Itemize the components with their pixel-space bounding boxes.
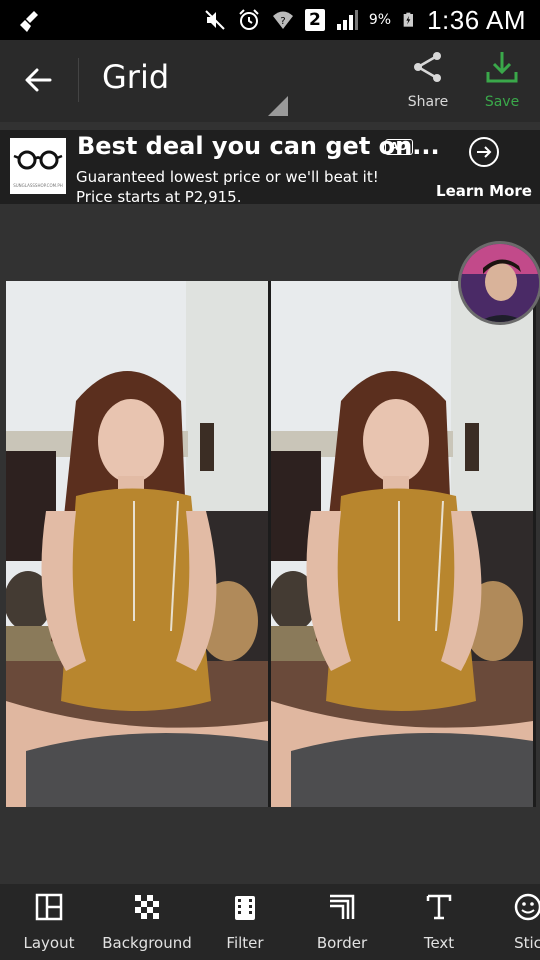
chat-head-avatar[interactable] — [458, 241, 540, 325]
glasses-logo-icon — [13, 150, 63, 170]
tool-text[interactable]: Text — [414, 892, 464, 952]
selfie-photo — [6, 281, 268, 807]
download-icon — [486, 52, 518, 83]
svg-text:?: ? — [280, 16, 285, 27]
battery-charging-icon — [403, 12, 414, 27]
layout-icon — [35, 893, 63, 921]
photo-cell-right[interactable] — [271, 281, 533, 807]
share-button[interactable]: Share — [398, 50, 458, 116]
photo-cell-left[interactable] — [6, 281, 268, 807]
tool-layout[interactable]: Layout — [20, 892, 78, 952]
action-bar-divider — [78, 58, 79, 102]
tool-border[interactable]: Border — [310, 892, 374, 952]
sticker-icon — [514, 893, 540, 921]
share-label: Share — [407, 94, 449, 110]
battery-percent: 9% — [368, 12, 392, 28]
ad-cta-label: Learn More — [436, 182, 532, 200]
page-title: Grid — [102, 58, 170, 96]
mute-icon — [205, 10, 225, 30]
tool-label: Text — [423, 934, 455, 952]
sim-slot-badge: 2 — [304, 9, 325, 31]
ad-logo: SUNGLASSSHOP.COM.PH — [10, 138, 66, 194]
collage-canvas[interactable] — [6, 281, 536, 807]
tool-background[interactable]: Background — [100, 892, 194, 952]
filter-icon — [235, 896, 255, 920]
arrow-circle-icon — [469, 137, 499, 167]
tool-label: Filter — [226, 934, 264, 952]
tool-sticker[interactable]: Stic — [508, 892, 540, 952]
alarm-icon — [239, 9, 259, 30]
selfie-photo — [271, 281, 533, 807]
border-icon — [330, 894, 355, 919]
status-bar: ? 2 9% 1:36 AM — [0, 0, 540, 40]
clock: 1:36 AM — [427, 4, 526, 35]
bottom-toolbar: Layout Background Filter Border Text Sti… — [0, 884, 540, 960]
back-arrow-icon[interactable] — [20, 62, 56, 98]
tool-label: Border — [316, 934, 368, 952]
save-button[interactable]: Save — [472, 50, 532, 116]
signal-icon — [336, 10, 358, 30]
share-icon — [414, 52, 441, 82]
tool-label: Background — [102, 934, 192, 952]
wifi-question-icon: ? — [272, 11, 293, 29]
tool-label: Layout — [23, 934, 75, 952]
ad-description-line-1: Guaranteed lowest price or we'll beat it… — [76, 168, 379, 186]
ad-logo-text: SUNGLASSSHOP.COM.PH — [13, 183, 63, 188]
ad-description-line-2: Price starts at P2,915. — [76, 188, 242, 204]
ad-badge: AD — [385, 139, 413, 155]
ad-learn-more-button[interactable]: Learn More — [436, 136, 532, 200]
cleaner-broom-icon — [20, 11, 38, 32]
text-icon — [426, 894, 452, 920]
avatar-photo — [461, 244, 539, 322]
title-dropdown-corner-icon[interactable] — [268, 96, 288, 116]
background-icon — [135, 895, 159, 919]
tool-label: Stic — [514, 934, 540, 952]
ad-banner[interactable]: SUNGLASSSHOP.COM.PH Best deal you can ge… — [0, 130, 540, 204]
save-label: Save — [484, 94, 520, 110]
tool-filter[interactable]: Filter — [218, 892, 272, 952]
